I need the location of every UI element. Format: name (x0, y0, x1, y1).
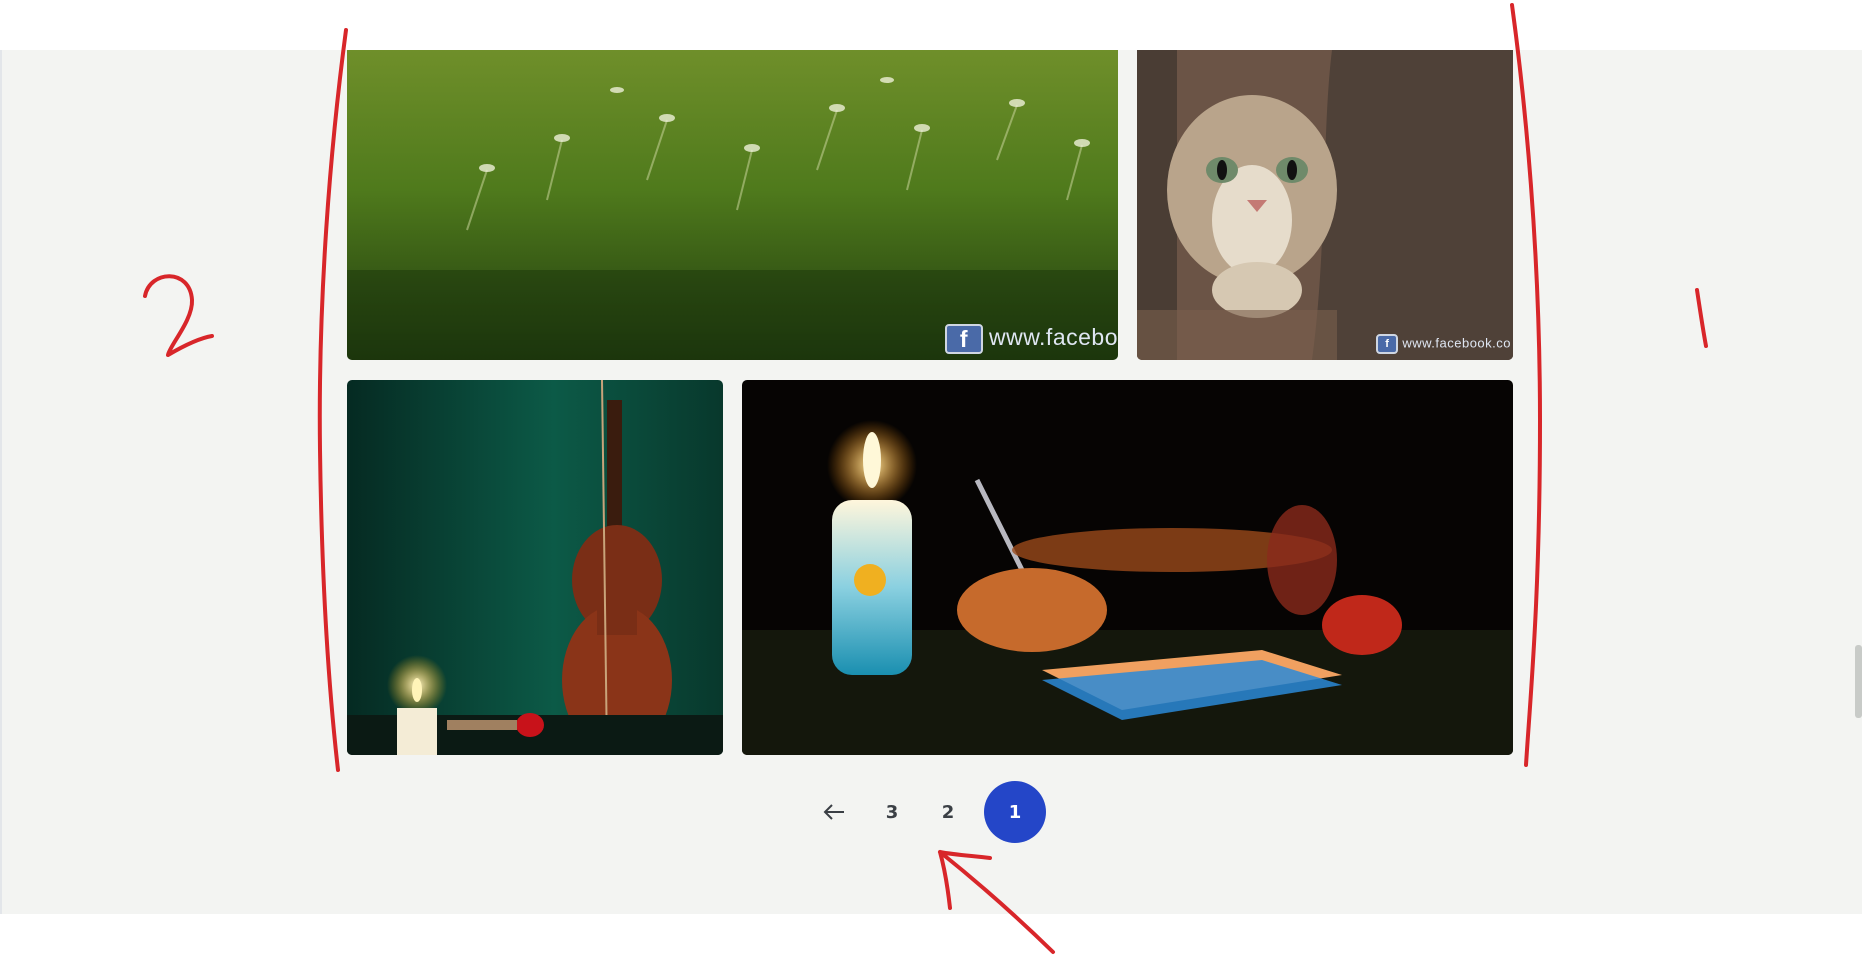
grass-watermark: f www.facebo (944, 324, 1118, 354)
previous-page-button[interactable] (810, 788, 858, 836)
facebook-icon: f (1376, 334, 1399, 354)
facebook-icon: f (944, 324, 983, 354)
cat-watermark: f www.facebook.co (1376, 334, 1511, 354)
pagination: 3 2 1 (810, 780, 1046, 844)
photo-violin-candle[interactable] (347, 380, 723, 755)
grass-field-image (347, 50, 1118, 360)
page-3-button[interactable]: 3 (864, 784, 920, 840)
page-1-button-active[interactable]: 1 (984, 781, 1046, 843)
page-2-button[interactable]: 2 (920, 784, 976, 840)
scrollbar-thumb[interactable] (1855, 645, 1862, 718)
violin-image (347, 380, 723, 755)
arrow-left-icon (823, 804, 844, 820)
left-border (0, 50, 2, 914)
cat-image (1137, 50, 1513, 360)
photo-cat-behind-tree[interactable]: f www.facebook.co (1137, 50, 1513, 360)
photo-grass-field[interactable]: f www.facebo (347, 50, 1118, 360)
photo-candle-writing-hands[interactable] (742, 380, 1513, 755)
writing-image (742, 380, 1513, 755)
